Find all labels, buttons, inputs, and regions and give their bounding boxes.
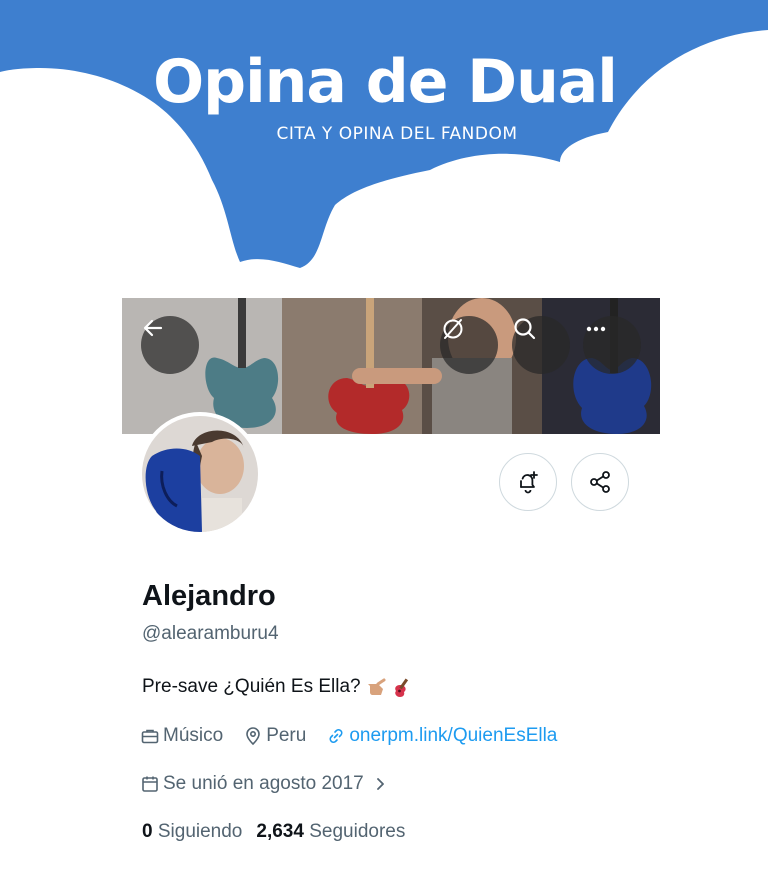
website-link-text[interactable]: onerpm.link/QuienEsElla bbox=[349, 725, 557, 747]
notify-button[interactable] bbox=[499, 453, 557, 511]
joined-date[interactable]: Se unió en agosto 2017 bbox=[140, 773, 389, 795]
avatar-photo bbox=[142, 416, 258, 532]
profile-meta: Músico Peru onerpm.link/QuienEsElla bbox=[140, 725, 577, 747]
guitar-icon bbox=[394, 678, 408, 697]
location-item: Peru bbox=[243, 725, 306, 747]
followers-label: Seguidores bbox=[309, 821, 406, 842]
followers-link[interactable]: 2,634 Seguidores bbox=[256, 821, 405, 843]
category-text: Músico bbox=[163, 725, 224, 746]
profile-name: Alejandro bbox=[142, 580, 276, 612]
no-circle-icon bbox=[443, 319, 463, 339]
following-label: Siguiendo bbox=[157, 821, 243, 842]
arrow-left-icon bbox=[143, 319, 163, 337]
share-icon bbox=[590, 471, 610, 493]
avatar[interactable] bbox=[138, 412, 262, 536]
briefcase-icon bbox=[141, 729, 159, 744]
location-pin-icon bbox=[246, 727, 260, 746]
category-item: Músico bbox=[140, 725, 223, 747]
brand-cloud-background bbox=[0, 0, 768, 268]
brand-title: Opina de Dual bbox=[153, 47, 618, 117]
following-link[interactable]: 0 Siguiendo bbox=[142, 821, 242, 843]
bell-plus-icon bbox=[520, 471, 538, 494]
search-button[interactable] bbox=[512, 316, 570, 374]
location-text: Peru bbox=[266, 725, 307, 746]
website-link[interactable]: onerpm.link/QuienEsElla bbox=[326, 725, 557, 747]
back-button[interactable] bbox=[141, 316, 199, 374]
chevron-right-icon bbox=[376, 778, 384, 790]
search-icon bbox=[514, 318, 536, 340]
bio-text: Pre-save ¿Quién Es Ella? bbox=[142, 676, 361, 697]
followers-count: 2,634 bbox=[256, 821, 304, 842]
pointing-hand-icon bbox=[367, 678, 386, 695]
share-button[interactable] bbox=[571, 453, 629, 511]
following-count: 0 bbox=[142, 821, 153, 842]
follow-stats: 0 Siguiendo 2,634 Seguidores bbox=[142, 821, 405, 843]
profile-handle: @alearamburu4 bbox=[142, 623, 279, 644]
more-button[interactable] bbox=[583, 316, 641, 374]
profile-card: Alejandro @alearamburu4 Pre-save ¿Quién … bbox=[122, 298, 660, 858]
joined-text: Se unió en agosto 2017 bbox=[163, 773, 364, 794]
grok-button[interactable] bbox=[440, 316, 498, 374]
profile-bio: Pre-save ¿Quién Es Ella? bbox=[142, 676, 415, 698]
calendar-icon bbox=[142, 776, 158, 792]
brand-subtitle: CITA Y OPINA DEL FANDOM bbox=[276, 124, 518, 144]
link-icon bbox=[329, 729, 343, 743]
more-icon bbox=[586, 326, 606, 332]
